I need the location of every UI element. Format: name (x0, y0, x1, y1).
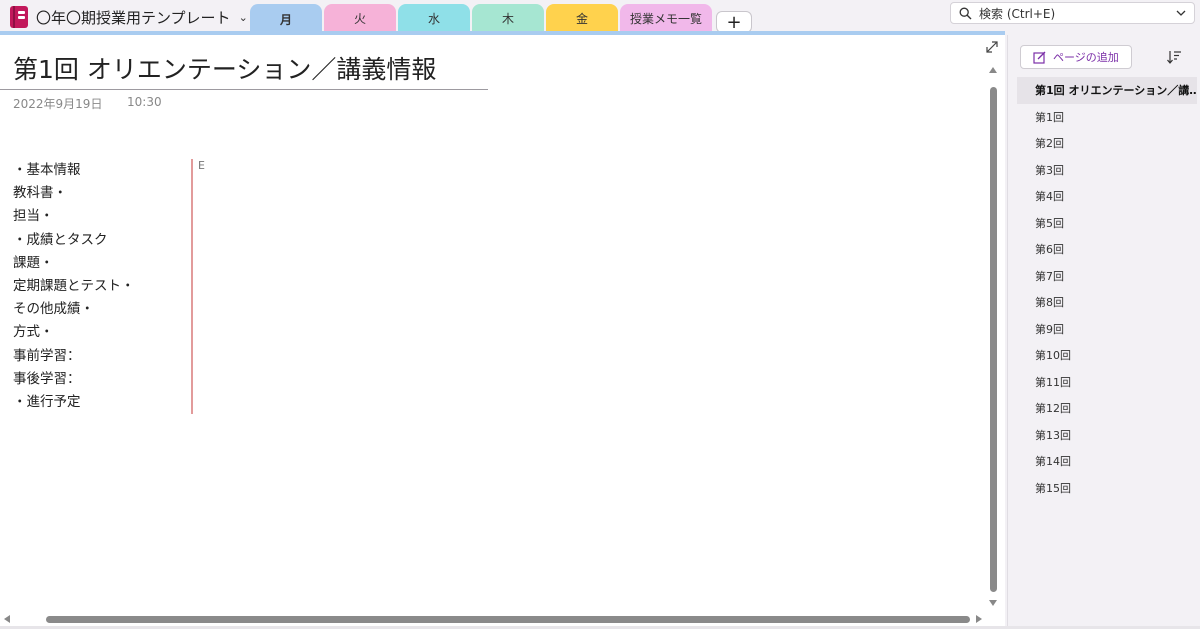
page-list: 第1回 オリエンテーション／講… 第1回 第2回 第3回 第4回 第5回 第6回 第7回 第8回… (1017, 77, 1197, 501)
page-canvas[interactable]: 第1回 オリエンテーション／講義情報 2022年9月19日 10:30 ・基本情… (0, 35, 1005, 629)
tab-5[interactable]: 金 (546, 4, 618, 33)
tab-4[interactable]: 木 (472, 4, 544, 33)
search-icon (959, 7, 972, 19)
add-page-button[interactable]: ページの追加 (1020, 45, 1132, 69)
add-section-button[interactable]: + (716, 11, 752, 33)
notebook-title: 〇年〇期授業用テンプレート (36, 8, 231, 27)
add-page-label: ページの追加 (1053, 51, 1119, 64)
note-line[interactable]: 方式・ (13, 321, 135, 344)
page-list-item[interactable]: 第10回 (1017, 342, 1197, 369)
tab-3[interactable]: 水 (398, 4, 470, 33)
page-list-item[interactable]: 第1回 オリエンテーション／講… (1017, 77, 1197, 104)
note-line[interactable]: その他成績・ (13, 298, 135, 321)
page-list-item[interactable]: 第6回 (1017, 236, 1197, 263)
note-line[interactable]: 事前学習： (13, 345, 135, 368)
tab-1[interactable]: 月 (250, 4, 322, 34)
page-list-item[interactable]: 第1回 (1017, 104, 1197, 131)
search-placeholder: 検索 (Ctrl+E) (979, 6, 1056, 21)
page-list-item[interactable]: 第9回 (1017, 316, 1197, 343)
note-line[interactable]: 教科書・ (13, 182, 135, 205)
page-list-item[interactable]: 第14回 (1017, 448, 1197, 475)
add-page-icon (1033, 51, 1046, 64)
page-list-item[interactable]: 第12回 (1017, 395, 1197, 422)
horizontal-scroll-thumb[interactable] (46, 616, 970, 623)
page-date: 2022年9月19日 (13, 97, 103, 111)
chevron-down-icon: ⌄ (238, 10, 248, 24)
tab-6[interactable]: 授業メモ一覧 (620, 4, 712, 33)
note-line[interactable]: 課題・ (13, 252, 135, 275)
sort-icon[interactable] (1166, 49, 1182, 65)
note-content[interactable]: ・基本情報 教科書・ 担当・ ・成績とタスク 課題・ 定期課題とテスト・ その他成績・ 方式・… (13, 159, 135, 414)
top-bar: 〇年〇期授業用テンプレート ⌄ 月火水木金授業メモ一覧 + 検索 (Ctrl+E) (0, 0, 1200, 34)
page-list-item[interactable]: 第13回 (1017, 422, 1197, 449)
page-list-pane: ページの追加 第1回 オリエンテーション／講… 第1回 第2回 第3回 第4回 第5回 第6… (1007, 35, 1200, 629)
note-line[interactable]: 定期課題とテスト・ (13, 275, 135, 298)
scroll-down-icon[interactable] (989, 600, 997, 606)
chevron-down-icon[interactable] (1176, 10, 1186, 16)
scroll-up-icon[interactable] (989, 67, 997, 73)
page-time: 10:30 (127, 95, 162, 109)
page-title[interactable]: 第1回 オリエンテーション／講義情報 (13, 50, 436, 86)
page-list-item[interactable]: 第3回 (1017, 157, 1197, 184)
notebook-selector[interactable]: 〇年〇期授業用テンプレート ⌄ (10, 5, 248, 29)
vertical-scroll-thumb[interactable] (990, 87, 997, 592)
note-line[interactable]: ・基本情報 (13, 159, 135, 182)
title-divider (0, 89, 488, 90)
note-line[interactable]: ・進行予定 (13, 391, 135, 414)
scroll-left-icon[interactable] (4, 615, 10, 623)
search-box[interactable]: 検索 (Ctrl+E) (950, 2, 1195, 24)
page-list-item[interactable]: 第7回 (1017, 263, 1197, 290)
horizontal-scrollbar[interactable] (0, 612, 988, 626)
page-list-item[interactable]: 第8回 (1017, 289, 1197, 316)
note-line[interactable]: 担当・ (13, 205, 135, 228)
margin-line (191, 159, 193, 414)
page-list-item[interactable]: 第2回 (1017, 130, 1197, 157)
page-list-item[interactable]: 第5回 (1017, 210, 1197, 237)
scroll-right-icon[interactable] (976, 615, 982, 623)
notebook-icon (10, 6, 28, 28)
section-tabs: 月火水木金授業メモ一覧 + (250, 4, 752, 34)
page-list-item[interactable]: 第4回 (1017, 183, 1197, 210)
page-list-item[interactable]: 第11回 (1017, 369, 1197, 396)
vertical-scrollbar[interactable] (987, 67, 999, 612)
page-list-item[interactable]: 第15回 (1017, 475, 1197, 502)
tab-2[interactable]: 火 (324, 4, 396, 33)
note-line[interactable]: 事後学習： (13, 368, 135, 391)
note-line[interactable]: ・成績とタスク (13, 229, 135, 252)
note-text-fragment: E (198, 159, 205, 172)
expand-icon[interactable] (985, 40, 999, 54)
